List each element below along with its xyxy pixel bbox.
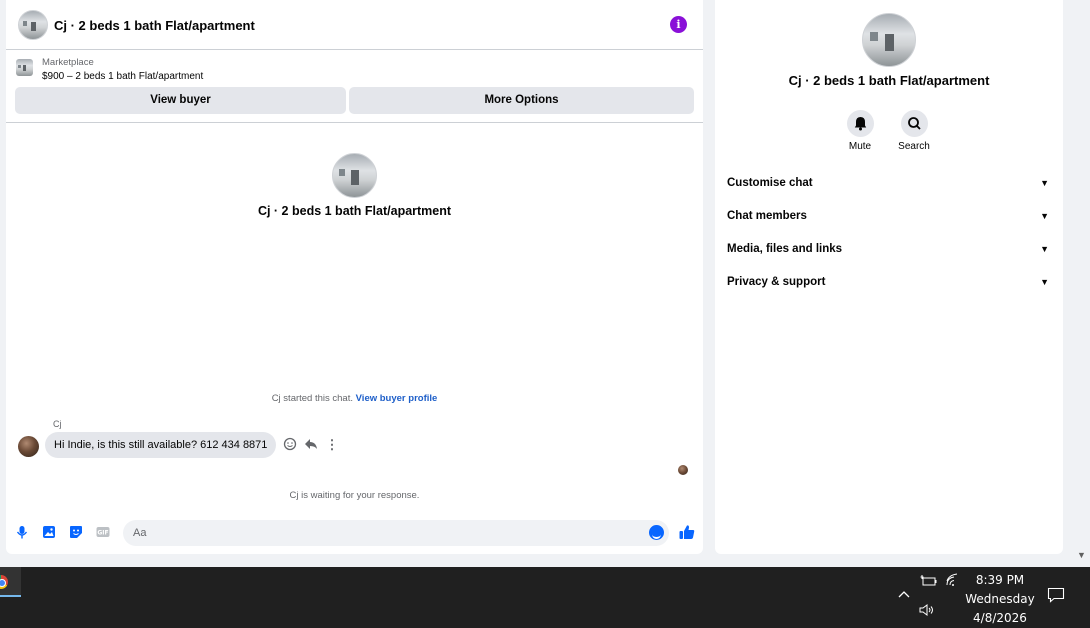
chrome-taskbar-button[interactable] [0, 567, 21, 597]
seen-avatar [678, 465, 688, 475]
emoji-icon[interactable] [649, 525, 664, 540]
notification-icon[interactable] [1047, 587, 1065, 603]
details-title: Cj · 2 beds 1 bath Flat/apartment [788, 73, 990, 88]
chat-header: Cj · 2 beds 1 bath Flat/apartment i [6, 0, 703, 50]
search-button[interactable] [901, 110, 928, 137]
section-label: Chat members [727, 210, 807, 222]
message-input[interactable]: Aa [123, 520, 669, 546]
chat-avatar[interactable] [18, 10, 48, 40]
clock-time: 8:39 PM [975, 573, 1025, 587]
view-buyer-button[interactable]: View buyer [15, 87, 346, 114]
section-customise-chat[interactable]: Customise chat ▼ [727, 171, 1053, 195]
sticker-icon[interactable] [68, 524, 84, 540]
mute-button[interactable] [847, 110, 874, 137]
section-privacy-support[interactable]: Privacy & support ▼ [727, 270, 1053, 294]
search-icon [908, 117, 921, 130]
wifi-icon[interactable] [945, 573, 961, 590]
conversation-title: Cj · 2 beds 1 bath Flat/apartment [257, 204, 452, 218]
chevron-down-icon: ▼ [1040, 178, 1049, 188]
svg-text:GIF: GIF [97, 530, 108, 537]
bell-icon [854, 117, 867, 131]
reaction-icon[interactable] [282, 437, 298, 453]
chrome-icon [0, 575, 8, 589]
more-icon[interactable]: ⋮ [324, 437, 340, 453]
thumbs-up-icon[interactable] [678, 523, 696, 541]
photo-icon[interactable] [41, 524, 57, 540]
started-text: Cj started this chat. [271, 393, 353, 404]
taskbar-clock[interactable]: 8:39 PM Wednesday 4/8/2026 [962, 571, 1038, 628]
details-panel: Cj · 2 beds 1 bath Flat/apartment Mute S… [715, 0, 1063, 554]
clock-day: Wednesday [965, 592, 1035, 606]
section-label: Media, files and links [727, 243, 843, 255]
chevron-up-icon[interactable] [897, 588, 911, 602]
mute-label: Mute [848, 141, 872, 152]
chat-panel: Cj · 2 beds 1 bath Flat/apartment i Mark… [6, 0, 703, 554]
details-avatar[interactable] [862, 13, 916, 67]
search-label: Search [898, 141, 930, 152]
marketplace-listing: Marketplace $900 – 2 beds 1 bath Flat/ap… [6, 51, 703, 123]
waiting-notice: Cj is waiting for your response. [289, 490, 420, 501]
sender-avatar[interactable] [18, 436, 39, 457]
view-buyer-profile-link[interactable]: View buyer profile [356, 393, 438, 404]
clock-date: 4/8/2026 [973, 611, 1027, 625]
marketplace-label: Marketplace [42, 57, 94, 68]
chat-started-notice: Cj started this chat. View buyer profile [6, 393, 703, 404]
gif-icon[interactable]: GIF [95, 524, 111, 540]
conversation-avatar [332, 153, 377, 198]
chevron-down-icon: ▼ [1040, 211, 1049, 221]
message-bubble[interactable]: Hi Indie, is this still available? 612 4… [45, 432, 277, 458]
microphone-icon[interactable] [14, 524, 30, 540]
section-media-files-links[interactable]: Media, files and links ▼ [727, 237, 1053, 261]
scroll-down-arrow-icon[interactable]: ▼ [1077, 550, 1086, 560]
listing-price[interactable]: $900 – 2 beds 1 bath Flat/apartment [42, 71, 203, 82]
info-icon[interactable]: i [670, 16, 687, 33]
section-label: Privacy & support [727, 276, 826, 288]
chat-title[interactable]: Cj · 2 beds 1 bath Flat/apartment [54, 18, 255, 33]
chevron-down-icon: ▼ [1040, 244, 1049, 254]
listing-thumbnail[interactable] [16, 59, 33, 76]
chevron-down-icon: ▼ [1040, 277, 1049, 287]
volume-icon[interactable] [918, 603, 936, 620]
battery-icon[interactable] [920, 574, 938, 591]
more-options-button[interactable]: More Options [349, 87, 694, 114]
message-input-placeholder: Aa [133, 527, 147, 539]
taskbar: 8:39 PM Wednesday 4/8/2026 [0, 567, 1090, 628]
sender-name: Cj [53, 419, 62, 429]
reply-icon[interactable] [303, 437, 319, 453]
section-chat-members[interactable]: Chat members ▼ [727, 204, 1053, 228]
section-label: Customise chat [727, 177, 813, 189]
